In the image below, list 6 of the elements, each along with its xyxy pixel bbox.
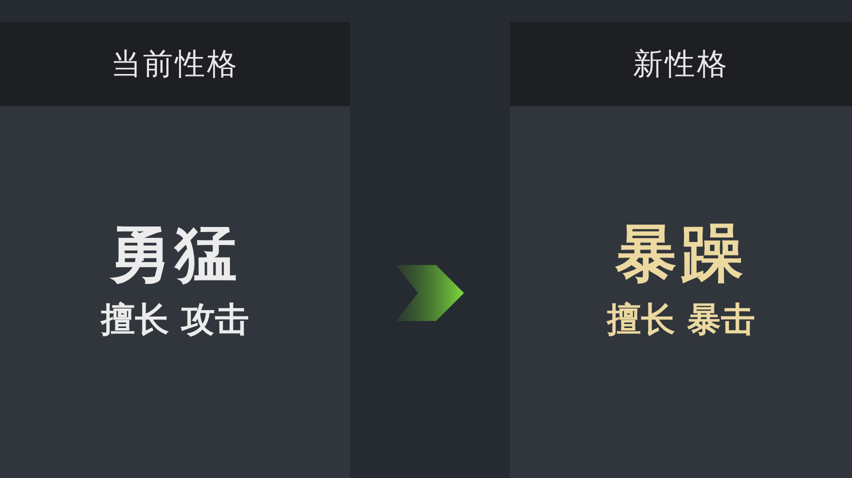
personality-name: 勇猛 <box>109 216 241 292</box>
panel-title: 当前性格 <box>111 46 239 84</box>
specialty-text: 擅长 暴击 <box>607 299 755 342</box>
specialty-text: 擅长 攻击 <box>101 299 249 342</box>
panel-title: 新性格 <box>633 46 729 84</box>
personality-name: 暴躁 <box>615 216 747 292</box>
